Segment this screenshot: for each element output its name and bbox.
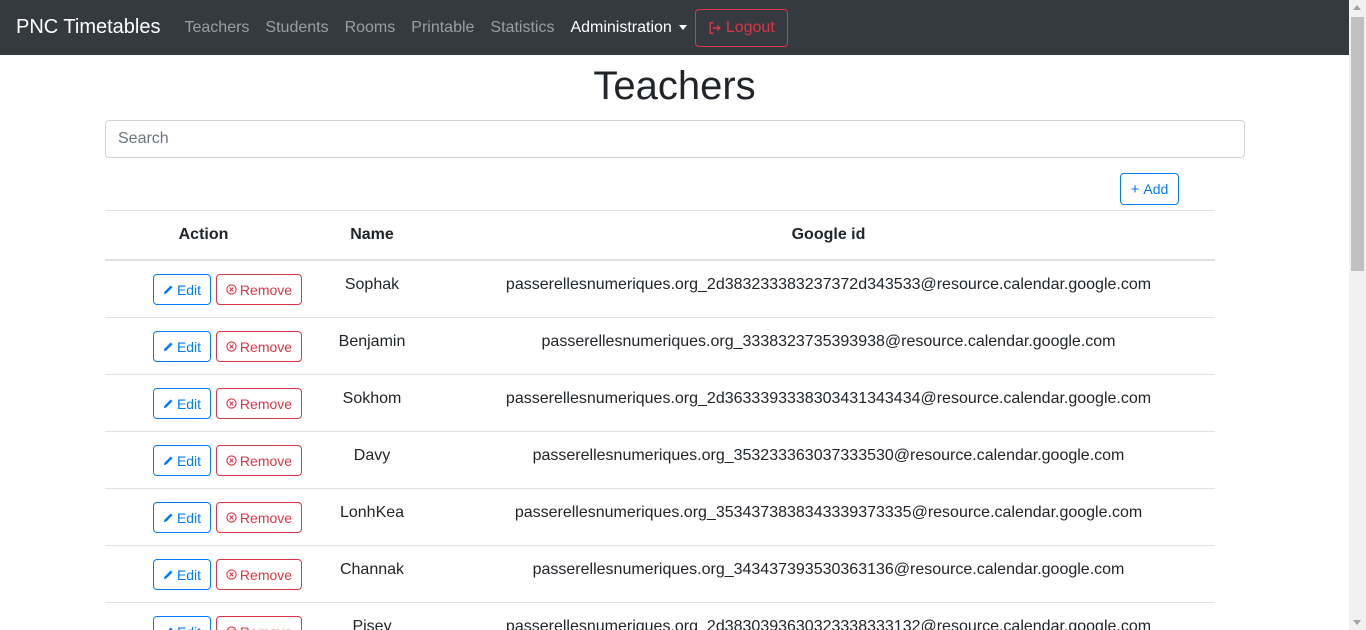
remove-label: Remove xyxy=(240,624,292,630)
edit-label: Edit xyxy=(176,566,202,583)
edit-label: Edit xyxy=(176,509,202,526)
plus-icon: + xyxy=(1130,180,1140,198)
edit-label: Edit xyxy=(177,624,201,630)
add-label: Add xyxy=(1143,181,1169,197)
teacher-name: Benjamin xyxy=(338,333,406,350)
edit-button[interactable]: Edit xyxy=(153,502,211,533)
table-row: Edit Remove Davy passerellesnumeriques.org_… xyxy=(105,432,1215,489)
edit-button[interactable]: Edit xyxy=(153,559,211,590)
edit-label: Edit xyxy=(176,281,202,298)
edit-button[interactable]: Edit xyxy=(153,616,211,630)
edit-button[interactable]: Edit xyxy=(153,274,211,305)
logout-button[interactable]: Logout xyxy=(694,8,788,47)
nav-administration-label: Administration xyxy=(570,18,672,36)
times-circle-icon xyxy=(226,455,237,466)
header-google-id: Google id xyxy=(791,226,866,243)
edit-button[interactable]: Edit xyxy=(153,445,211,476)
times-circle-icon xyxy=(226,284,237,295)
logout-label: Logout xyxy=(725,18,775,36)
pencil-icon xyxy=(168,627,173,630)
teacher-name: Sophak xyxy=(344,276,400,293)
table-row: Edit Remove LonhKea passerellesnumeriques.o… xyxy=(105,489,1215,546)
nav-students[interactable]: Students xyxy=(265,19,328,37)
search-input[interactable] xyxy=(105,120,1245,158)
teacher-google-id: passerellesnumeriques.org_2d363339333830… xyxy=(505,390,1152,407)
teacher-google-id: passerellesnumeriques.org_33383237353939… xyxy=(541,333,1116,350)
teacher-name: LonhKea xyxy=(339,504,405,521)
header-name: Name xyxy=(350,226,394,243)
remove-label: Remove xyxy=(239,281,293,298)
pencil-icon xyxy=(163,399,173,409)
nav-printable[interactable]: Printable xyxy=(411,19,474,37)
teachers-table: Action Name Google id Edit Remove Sophak pa… xyxy=(105,210,1215,630)
row-actions: Edit Remove xyxy=(105,546,302,602)
scroll-down-arrow-icon[interactable] xyxy=(1353,620,1361,625)
edit-button[interactable]: Edit xyxy=(153,331,211,362)
teacher-name: Davy xyxy=(353,447,391,464)
teacher-google-id: passerellesnumeriques.org_2d383039363032… xyxy=(505,618,1152,630)
remove-label: Remove xyxy=(239,509,293,526)
edit-label: Edit xyxy=(176,338,202,355)
edit-label: Edit xyxy=(176,452,202,469)
table-row: Edit Remove Sophak passerellesnumeriques.or… xyxy=(105,261,1215,318)
nav-teachers[interactable]: Teachers xyxy=(185,19,250,37)
table-row: Edit Remove Pisey passerellesnumeriques.org… xyxy=(105,603,1215,630)
row-actions: Edit Remove xyxy=(105,375,302,431)
teacher-google-id: passerellesnumeriques.org_2d383233383237… xyxy=(505,276,1152,293)
pencil-icon xyxy=(163,456,173,466)
nav-administration-dropdown[interactable]: Administration xyxy=(570,18,687,37)
remove-button[interactable]: Remove xyxy=(216,274,302,305)
caret-down-icon xyxy=(678,25,687,30)
row-actions: Edit Remove xyxy=(105,489,302,545)
vertical-scrollbar[interactable] xyxy=(1349,0,1366,630)
brand-logo[interactable]: PNC Timetables xyxy=(16,16,161,39)
times-circle-icon xyxy=(226,569,237,580)
table-row: Edit Remove Channak passerellesnumeriques.o… xyxy=(105,546,1215,603)
row-actions: Edit Remove xyxy=(105,432,302,488)
pencil-icon xyxy=(163,570,173,580)
page-title: Teachers xyxy=(593,64,756,108)
top-navbar: PNC Timetables Teachers Students Rooms P… xyxy=(0,0,1349,55)
row-actions: Edit Remove xyxy=(105,261,302,317)
row-actions: Edit Remove xyxy=(105,318,302,374)
times-circle-icon xyxy=(226,512,237,523)
edit-label: Edit xyxy=(176,395,202,412)
table-header: Action Name Google id xyxy=(105,210,1215,261)
times-circle-icon xyxy=(226,398,237,409)
remove-button[interactable]: Remove xyxy=(216,616,302,630)
remove-label: Remove xyxy=(239,566,293,583)
remove-button[interactable]: Remove xyxy=(216,445,302,476)
remove-button[interactable]: Remove xyxy=(216,388,302,419)
remove-button[interactable]: Remove xyxy=(216,331,302,362)
remove-button[interactable]: Remove xyxy=(216,559,302,590)
remove-label: Remove xyxy=(239,452,293,469)
add-teacher-button[interactable]: + Add xyxy=(1120,173,1179,205)
teacher-google-id: passerellesnumeriques.org_35323336303733… xyxy=(532,447,1125,464)
times-circle-icon xyxy=(226,626,237,630)
teacher-name: Sokhom xyxy=(342,390,402,407)
nav-rooms[interactable]: Rooms xyxy=(345,19,396,37)
nav-statistics[interactable]: Statistics xyxy=(490,19,554,37)
scroll-thumb[interactable] xyxy=(1351,17,1364,271)
pencil-icon xyxy=(163,285,173,295)
row-actions: Edit Remove xyxy=(105,603,302,630)
sign-out-icon xyxy=(709,21,721,34)
teacher-google-id: passerellesnumeriques.org_34343739353036… xyxy=(532,561,1125,578)
remove-label: Remove xyxy=(239,338,293,355)
pencil-icon xyxy=(163,513,173,523)
remove-label: Remove xyxy=(239,395,293,412)
edit-button[interactable]: Edit xyxy=(153,388,211,419)
teacher-name: Channak xyxy=(339,561,405,578)
table-row: Edit Remove Benjamin passerellesnumeriques.… xyxy=(105,318,1215,375)
teacher-google-id: passerellesnumeriques.org_35343738383433… xyxy=(514,504,1143,521)
times-circle-icon xyxy=(226,341,237,352)
header-action: Action xyxy=(178,226,229,243)
scroll-up-arrow-icon[interactable] xyxy=(1353,5,1361,10)
pencil-icon xyxy=(163,342,173,352)
remove-button[interactable]: Remove xyxy=(216,502,302,533)
table-row: Edit Remove Sokhom passerellesnumeriques.or… xyxy=(105,375,1215,432)
teacher-name: Pisey xyxy=(352,618,392,630)
